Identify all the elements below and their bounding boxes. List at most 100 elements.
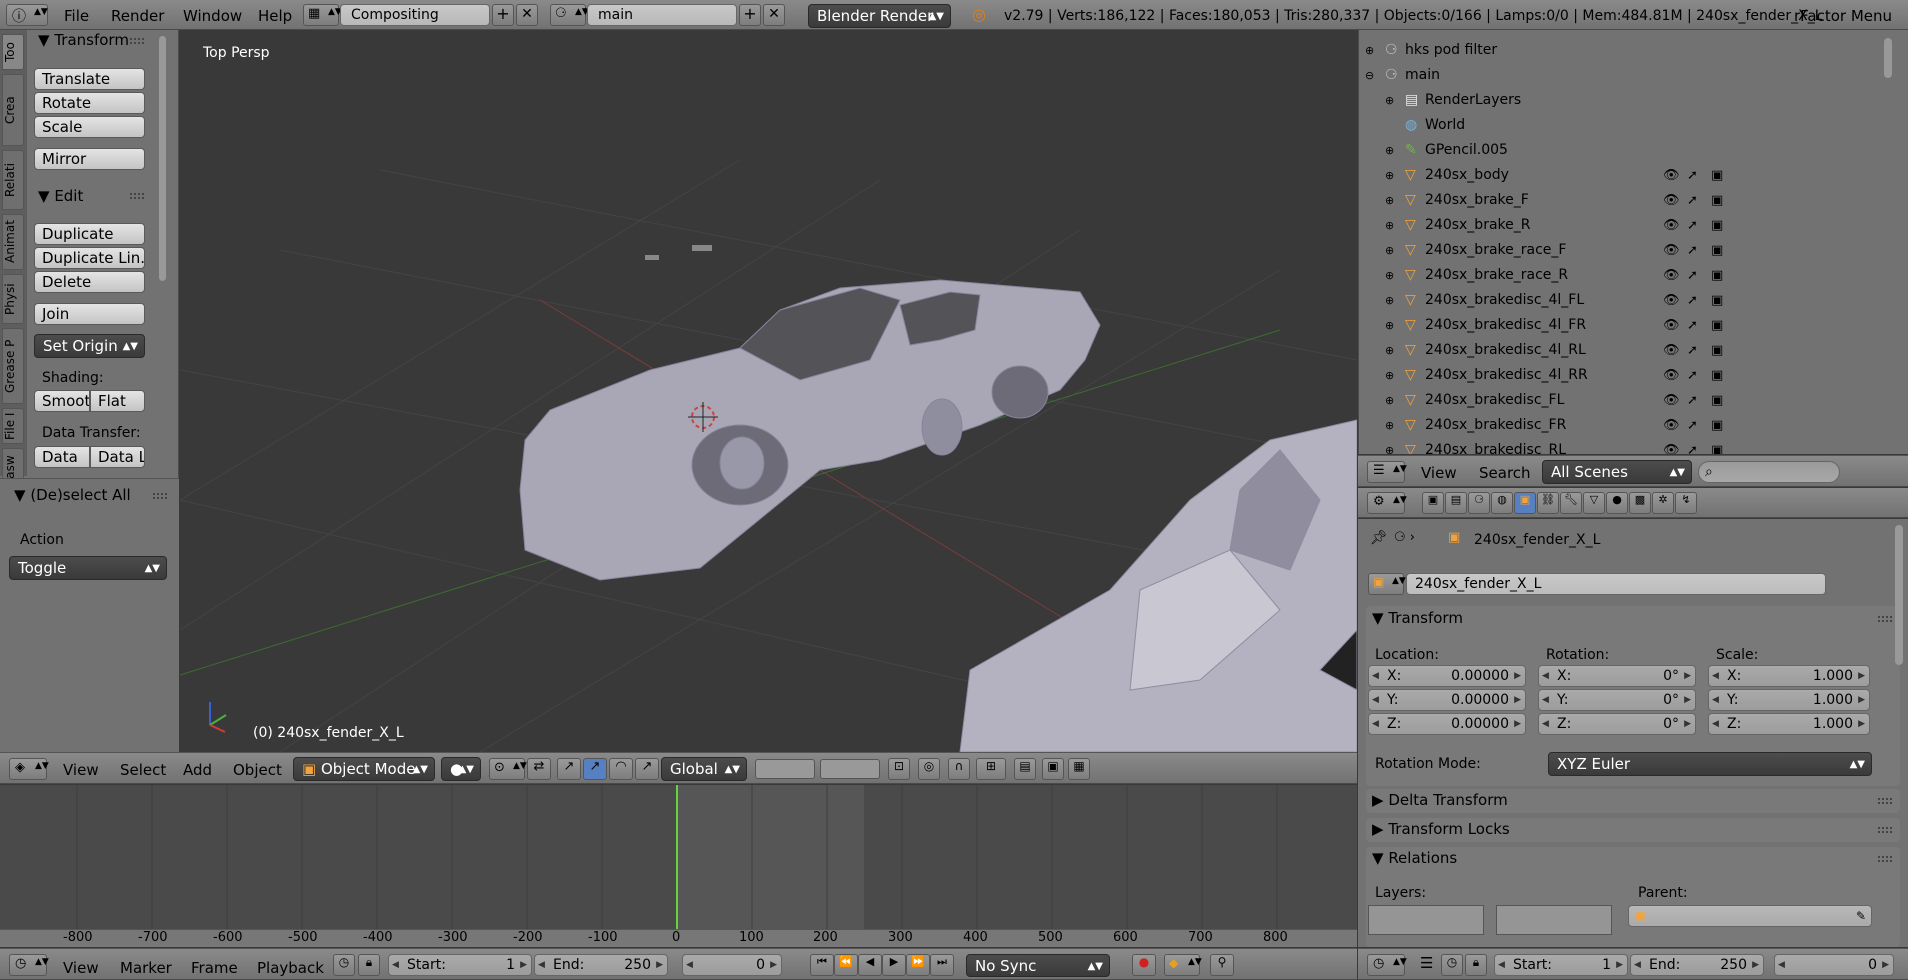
expand-icon[interactable]: ⊕ <box>1385 363 1394 388</box>
transform-panel-header[interactable]: ▼ Transform <box>1372 609 1463 627</box>
outliner-row[interactable]: ⊕ ▽ 240sx_brakedisc_4l_RL 👁︎ ➚ ▣ <box>1359 338 1789 363</box>
scale-z-field[interactable]: ◀ Z: 1.000 ▶ <box>1708 713 1870 735</box>
outliner-row[interactable]: ⊕ ▽ 240sx_brakedisc_FL 👁︎ ➚ ▣ <box>1359 388 1789 413</box>
scale-button[interactable]: Scale <box>34 116 145 138</box>
render-camera-icon[interactable]: ▣ <box>1711 288 1723 313</box>
expand-icon[interactable]: ⊕ <box>1385 188 1394 213</box>
render-camera-icon[interactable]: ▣ <box>1711 213 1723 238</box>
remove-layout-button[interactable]: ✕ <box>516 4 538 26</box>
texture-tab-icon[interactable]: ▩ <box>1629 492 1651 514</box>
cursor-select-icon[interactable]: ➚ <box>1687 213 1698 238</box>
current-frame-field[interactable]: ◀ 0 ▶ <box>682 954 782 976</box>
render-tab-icon[interactable]: ▣ <box>1422 492 1444 514</box>
secondary-editor-type-icon[interactable]: ◷ ▲▼ <box>1367 954 1407 976</box>
remove-scene-button[interactable]: ✕ <box>763 4 785 26</box>
viewport-menu-view[interactable]: View <box>63 760 99 780</box>
render-camera-icon[interactable]: ▣ <box>1711 413 1723 438</box>
menu-window[interactable]: Window <box>183 6 242 26</box>
snap-icon[interactable]: ∩ <box>948 758 970 780</box>
tab-file-io[interactable]: File I <box>2 408 24 444</box>
data-button[interactable]: Data <box>34 446 90 468</box>
expand-icon[interactable]: ⊕ <box>1365 38 1374 63</box>
expand-icon[interactable]: ⊕ <box>1385 163 1394 188</box>
render-camera-icon[interactable]: ▣ <box>1042 758 1064 780</box>
toolshelf-scrollbar[interactable] <box>159 36 166 281</box>
cursor-select-icon[interactable]: ➚ <box>1687 388 1698 413</box>
eye-icon[interactable]: 👁︎ <box>1663 163 1680 188</box>
join-button[interactable]: Join <box>34 303 145 325</box>
timeline-area[interactable] <box>0 785 1357 930</box>
start-frame-field[interactable]: ◀ Start: 1 ▶ <box>388 954 532 976</box>
scene-icon[interactable]: ⚆ ▲▼ <box>550 4 589 26</box>
render-camera-icon[interactable]: ▣ <box>1711 438 1723 454</box>
eye-icon[interactable]: 👁︎ <box>1663 338 1680 363</box>
tab-grease-pencil[interactable]: Grease P <box>2 328 24 404</box>
editor-type-button[interactable]: ⓘ ▲▼ <box>6 4 48 26</box>
expand-icon[interactable]: ⊕ <box>1385 338 1394 363</box>
manipulator-toggle-icon[interactable]: ⇄ <box>527 758 551 780</box>
tab-tools[interactable]: Too <box>2 34 24 70</box>
panel-grip-icon[interactable] <box>1878 616 1892 622</box>
flat-button[interactable]: Flat <box>90 390 145 412</box>
play-reverse-icon[interactable]: ◀ <box>858 954 882 976</box>
smooth-button[interactable]: Smoot <box>34 390 90 412</box>
hamburger-icon[interactable]: ☰ <box>1420 954 1433 972</box>
viewport-menu-object[interactable]: Object <box>233 760 282 780</box>
timeline-menu-view[interactable]: View <box>63 958 99 978</box>
mirror-button[interactable]: Mirror <box>34 148 145 170</box>
lock-range-icon[interactable]: 🔒︎ <box>1465 954 1487 976</box>
preview-range-icon[interactable]: ◷ <box>1441 954 1463 976</box>
scale-manipulator-icon[interactable]: ◠ <box>609 758 633 780</box>
panel-grip-icon[interactable] <box>1878 827 1892 833</box>
operator-panel-header[interactable]: ▼ (De)select All <box>14 486 131 504</box>
menu-help[interactable]: Help <box>258 6 292 26</box>
render-engine-dropdown[interactable]: Blender Render ▲▼ <box>808 4 951 28</box>
parent-field[interactable]: ▣ ✎ <box>1628 905 1872 927</box>
rotate-button[interactable]: Rotate <box>34 92 145 114</box>
outliner-row[interactable]: ⊕ ▽ 240sx_body 👁︎ ➚ ▣ <box>1359 163 1789 188</box>
jump-keyframe-back-icon[interactable]: ⏪ <box>834 954 858 976</box>
cursor-select-icon[interactable]: ➚ <box>1687 288 1698 313</box>
render-camera-icon[interactable]: ▣ <box>1711 363 1723 388</box>
outliner-row[interactable]: ⊕ ▽ 240sx_brakedisc_RL 👁︎ ➚ ▣ <box>1359 438 1789 454</box>
data-layout-button[interactable]: Data L <box>90 446 145 468</box>
cursor-select-icon[interactable]: ➚ <box>1687 163 1698 188</box>
render-camera-icon[interactable]: ▣ <box>1711 238 1723 263</box>
screen-layout-field[interactable]: Compositing <box>340 4 490 26</box>
eyedropper-icon[interactable]: ✎ <box>1856 906 1866 926</box>
expand-icon[interactable]: ⊕ <box>1385 263 1394 288</box>
sync-dropdown[interactable]: No Sync ▲▼ <box>966 954 1110 977</box>
outliner-menu-view[interactable]: View <box>1421 463 1457 483</box>
tab-relations[interactable]: Relati <box>2 150 24 210</box>
scale-y-field[interactable]: ◀ Y: 1.000 ▶ <box>1708 689 1870 711</box>
render-camera-icon[interactable]: ▣ <box>1711 313 1723 338</box>
outliner-row[interactable]: ⊕ ▽ 240sx_brake_F 👁︎ ➚ ▣ <box>1359 188 1789 213</box>
eye-icon[interactable]: 👁︎ <box>1663 213 1680 238</box>
panel-grip-icon[interactable] <box>130 38 144 44</box>
duplicate-linked-button[interactable]: Duplicate Lin... <box>34 247 145 269</box>
panel-grip-icon[interactable] <box>130 193 144 199</box>
secondary-frame-field[interactable]: ◀ 0 ▶ <box>1774 954 1894 976</box>
layers-grid-a[interactable] <box>755 759 815 779</box>
pin-icon[interactable]: 📌︎ <box>1370 530 1388 546</box>
tab-animation[interactable]: Animat <box>2 214 24 270</box>
outliner-row[interactable]: ⊕ ▽ 240sx_brake_race_R 👁︎ ➚ ▣ <box>1359 263 1789 288</box>
expand-icon[interactable]: ⊕ <box>1385 238 1394 263</box>
panel-grip-icon[interactable] <box>153 493 167 499</box>
jump-end-icon[interactable]: ⏭ <box>930 954 954 976</box>
snap-element-icon[interactable]: ⊞ <box>976 758 1006 780</box>
translate-manipulator-icon[interactable]: ↗ <box>557 758 581 780</box>
secondary-start-field[interactable]: ◀ Start: 1 ▶ <box>1494 954 1628 976</box>
outliner-row[interactable]: ⊕ ▽ 240sx_brakedisc_FR 👁︎ ➚ ▣ <box>1359 413 1789 438</box>
modifiers-tab-icon[interactable]: 🔧︎ <box>1560 492 1582 514</box>
pivot-icon[interactable]: ⊙ ▲▼ <box>489 758 527 780</box>
add-scene-button[interactable]: + <box>739 4 761 26</box>
render-camera-icon[interactable]: ▣ <box>1711 163 1723 188</box>
rotation-x-field[interactable]: ◀ X: 0° ▶ <box>1538 665 1696 687</box>
render-animation-icon[interactable]: ▦ <box>1068 758 1090 780</box>
translate-button[interactable]: Translate <box>34 68 145 90</box>
outliner-scrollbar[interactable] <box>1884 38 1892 78</box>
tab-create[interactable]: Crea <box>2 74 24 146</box>
menu-file[interactable]: File <box>64 6 89 26</box>
rotation-mode-dropdown[interactable]: XYZ Euler ▲▼ <box>1548 752 1872 776</box>
